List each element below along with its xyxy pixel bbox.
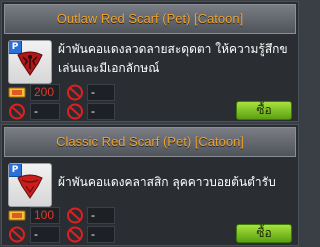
unavailable-icon: [67, 207, 83, 224]
ticket-icon: [8, 87, 26, 98]
unavailable-icon: [67, 103, 83, 120]
unavailable-icon: [67, 84, 83, 101]
item-thumbnail[interactable]: P: [8, 163, 52, 207]
price-value: -: [87, 207, 115, 224]
price-value: -: [87, 84, 115, 101]
shop-item-card-1: Outlaw Red Scarf (Pet) [Catoon] P ผ้าพัน…: [1, 1, 299, 122]
item-title: Outlaw Red Scarf (Pet) [Catoon]: [4, 4, 296, 34]
item-thumbnail[interactable]: P: [8, 40, 52, 84]
buy-button[interactable]: ซื้อ: [236, 224, 292, 243]
unavailable-icon: [9, 103, 25, 120]
scarf-pattern-icon: [17, 51, 43, 76]
price-row-2: - -: [8, 102, 115, 121]
price-value: -: [30, 226, 60, 243]
price-value: 200: [30, 84, 60, 101]
price-value: 100: [30, 207, 60, 224]
price-row-1: 100 -: [8, 206, 115, 225]
price-row-1: 200 -: [8, 83, 115, 102]
item-title: Classic Red Scarf (Pet) [Catoon]: [4, 127, 296, 157]
price-value: -: [87, 226, 115, 243]
shop-item-card-2: Classic Red Scarf (Pet) [Catoon] P ผ้าพั…: [1, 124, 299, 246]
item-description: ผ้าพันคอแดงลวดลายสะดุดตา ให้ความรู้สึกขเ…: [58, 42, 288, 75]
price-row-2: - -: [8, 225, 115, 244]
price-value: -: [30, 103, 60, 120]
buy-button[interactable]: ซื้อ: [236, 101, 292, 120]
ticket-icon: [8, 210, 26, 221]
unavailable-icon: [9, 226, 25, 243]
price-value: -: [87, 103, 115, 120]
item-description: ผ้าพันคอแดงคลาสสิก ลุคคาวบอยต้นตำรับ: [58, 175, 276, 189]
scarf-classic-icon: [17, 174, 43, 199]
unavailable-icon: [67, 226, 83, 243]
